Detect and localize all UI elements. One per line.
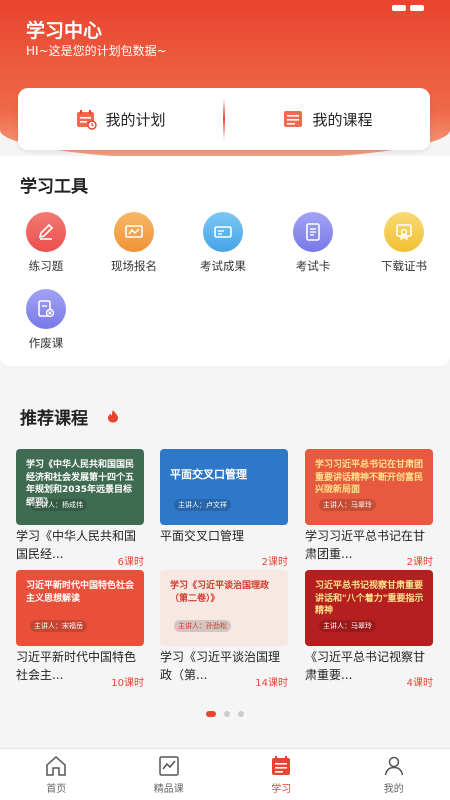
tab-home[interactable]: 首页 [0,749,113,800]
tools-title: 学习工具 [20,177,88,197]
recommend-section: 推荐课程 学习《中华人民共和国国民经济和社会发展第十四个五年规划和2035年远景… [0,380,450,750]
thumb-speaker: 主讲人：宋福岳 [30,620,87,632]
course-lessons: 4课时 [406,678,433,689]
course-card[interactable]: 习近平总书记视察甘肃重要讲话和"八个着力"重要指示精神 主讲人：马翠玲 《习近平… [305,570,433,690]
my-course-label: 我的课程 [312,110,373,129]
thumb-text: 学习习近平总书记在甘肃团重要讲话精神不断开创富民兴陇新局面 [315,460,424,496]
course-lessons: 2课时 [406,557,433,568]
recommend-title: 推荐课程 [20,409,88,429]
chart-icon [159,756,179,776]
tool-exam-results[interactable]: 考试成果 [188,212,258,274]
thumb-speaker: 主讲人：孙劲松 [174,620,231,632]
course-thumbnail: 习近平总书记视察甘肃重要讲话和"八个着力"重要指示精神 主讲人：马翠玲 [305,570,433,646]
course-card[interactable]: 习近平新时代中国特色社会主义思想解读 主讲人：宋福岳 习近平新时代中国特色社会主… [16,570,144,690]
course-thumbnail: 学习《习近平谈治国理政（第二卷）》 主讲人：孙劲松 [160,570,288,646]
tab-label: 精品课 [153,784,184,795]
tab-label: 首页 [46,784,67,795]
plan-card: 我的计划 我的课程 [18,88,430,150]
page-dot[interactable] [238,711,244,717]
thumb-speaker: 主讲人：马翠玲 [319,499,376,511]
page-dot[interactable] [224,711,230,717]
tool-label: 下载证书 [381,259,427,273]
tab-label: 学习 [271,784,292,795]
course-thumbnail: 平面交叉口管理 主讲人：卢文祥 [160,449,288,525]
card-icon [203,212,243,252]
pagination-dots [0,702,450,721]
calendar-icon [77,110,98,130]
thumb-text: 平面交叉口管理 [170,468,247,481]
battery-icon [388,0,428,11]
tool-download-certificate[interactable]: 下载证书 [369,212,439,274]
tool-exam-card[interactable]: 考试卡 [278,212,348,274]
page-dot-active[interactable] [206,711,216,717]
course-thumbnail: 学习习近平总书记在甘肃团重要讲话精神不断开创富民兴陇新局面 主讲人：马翠玲 [305,449,433,525]
tab-label: 我的 [383,784,404,795]
thumb-speaker: 主讲人：马翠玲 [319,620,376,632]
document-icon [293,212,333,252]
course-card[interactable]: 学习习近平总书记在甘肃团重要讲话精神不断开创富民兴陇新局面 主讲人：马翠玲 学习… [305,449,433,569]
my-course-button[interactable]: 我的课程 [225,88,430,150]
tools-panel: 学习工具 练习题 现场报名 考试成果 考试卡 下载证书 作废课 [0,156,450,366]
tab-premium-courses[interactable]: 精品课 [113,749,226,800]
list-icon [272,756,291,775]
tool-onsite-signup[interactable]: 现场报名 [99,212,169,274]
flame-icon [108,410,118,423]
tool-label: 作废课 [28,336,64,350]
tab-study[interactable]: 学习 [225,749,338,800]
course-card[interactable]: 平面交叉口管理 主讲人：卢文祥 平面交叉口管理 2课时 [160,449,288,569]
edit-icon [26,212,66,252]
tool-label: 现场报名 [111,259,157,273]
certificate-icon [384,212,424,252]
thumb-text: 学习《习近平谈治国理政（第二卷）》 [170,581,270,604]
course-card[interactable]: 学习《习近平谈治国理政（第二卷）》 主讲人：孙劲松 学习《习近平谈治国理政（第.… [160,570,288,690]
course-thumbnail: 习近平新时代中国特色社会主义思想解读 主讲人：宋福岳 [16,570,144,646]
tool-void-course[interactable]: 作废课 [11,289,81,351]
thumb-speaker: 主讲人：卢文祥 [174,499,231,511]
course-lessons: 10课时 [111,678,144,689]
tool-label: 考试卡 [295,259,331,273]
doc-cancel-icon [26,289,66,329]
course-card[interactable]: 学习《中华人民共和国国民经济和社会发展第十四个五年规划和2035年远景目标纲要》… [16,449,144,569]
thumb-speaker: 主讲人：杨成伟 [30,499,87,511]
home-icon [46,755,66,776]
page-title: 学习中心 [26,20,103,42]
thumb-text: 习近平新时代中国特色社会主义思想解读 [26,581,135,604]
user-icon [384,756,403,776]
tab-bar: 首页 精品课 学习 我的 [0,748,450,800]
my-plan-button[interactable]: 我的计划 [18,88,223,150]
tool-label: 考试成果 [200,259,246,273]
tool-practice[interactable]: 练习题 [11,212,81,274]
tab-mine[interactable]: 我的 [338,749,450,800]
page-subtitle: HI~这是您的计划包数据~ [26,44,167,58]
my-plan-label: 我的计划 [105,110,166,129]
thumb-text: 习近平总书记视察甘肃重要讲话和"八个着力"重要指示精神 [315,581,424,617]
course-lessons: 6课时 [117,557,144,568]
course-lessons: 2课时 [261,557,288,568]
course-thumbnail: 学习《中华人民共和国国民经济和社会发展第十四个五年规划和2035年远景目标纲要》… [16,449,144,525]
chart-board-icon [114,212,154,252]
course-lessons: 14课时 [255,678,288,689]
tool-label: 练习题 [28,259,64,273]
book-icon [284,111,303,127]
